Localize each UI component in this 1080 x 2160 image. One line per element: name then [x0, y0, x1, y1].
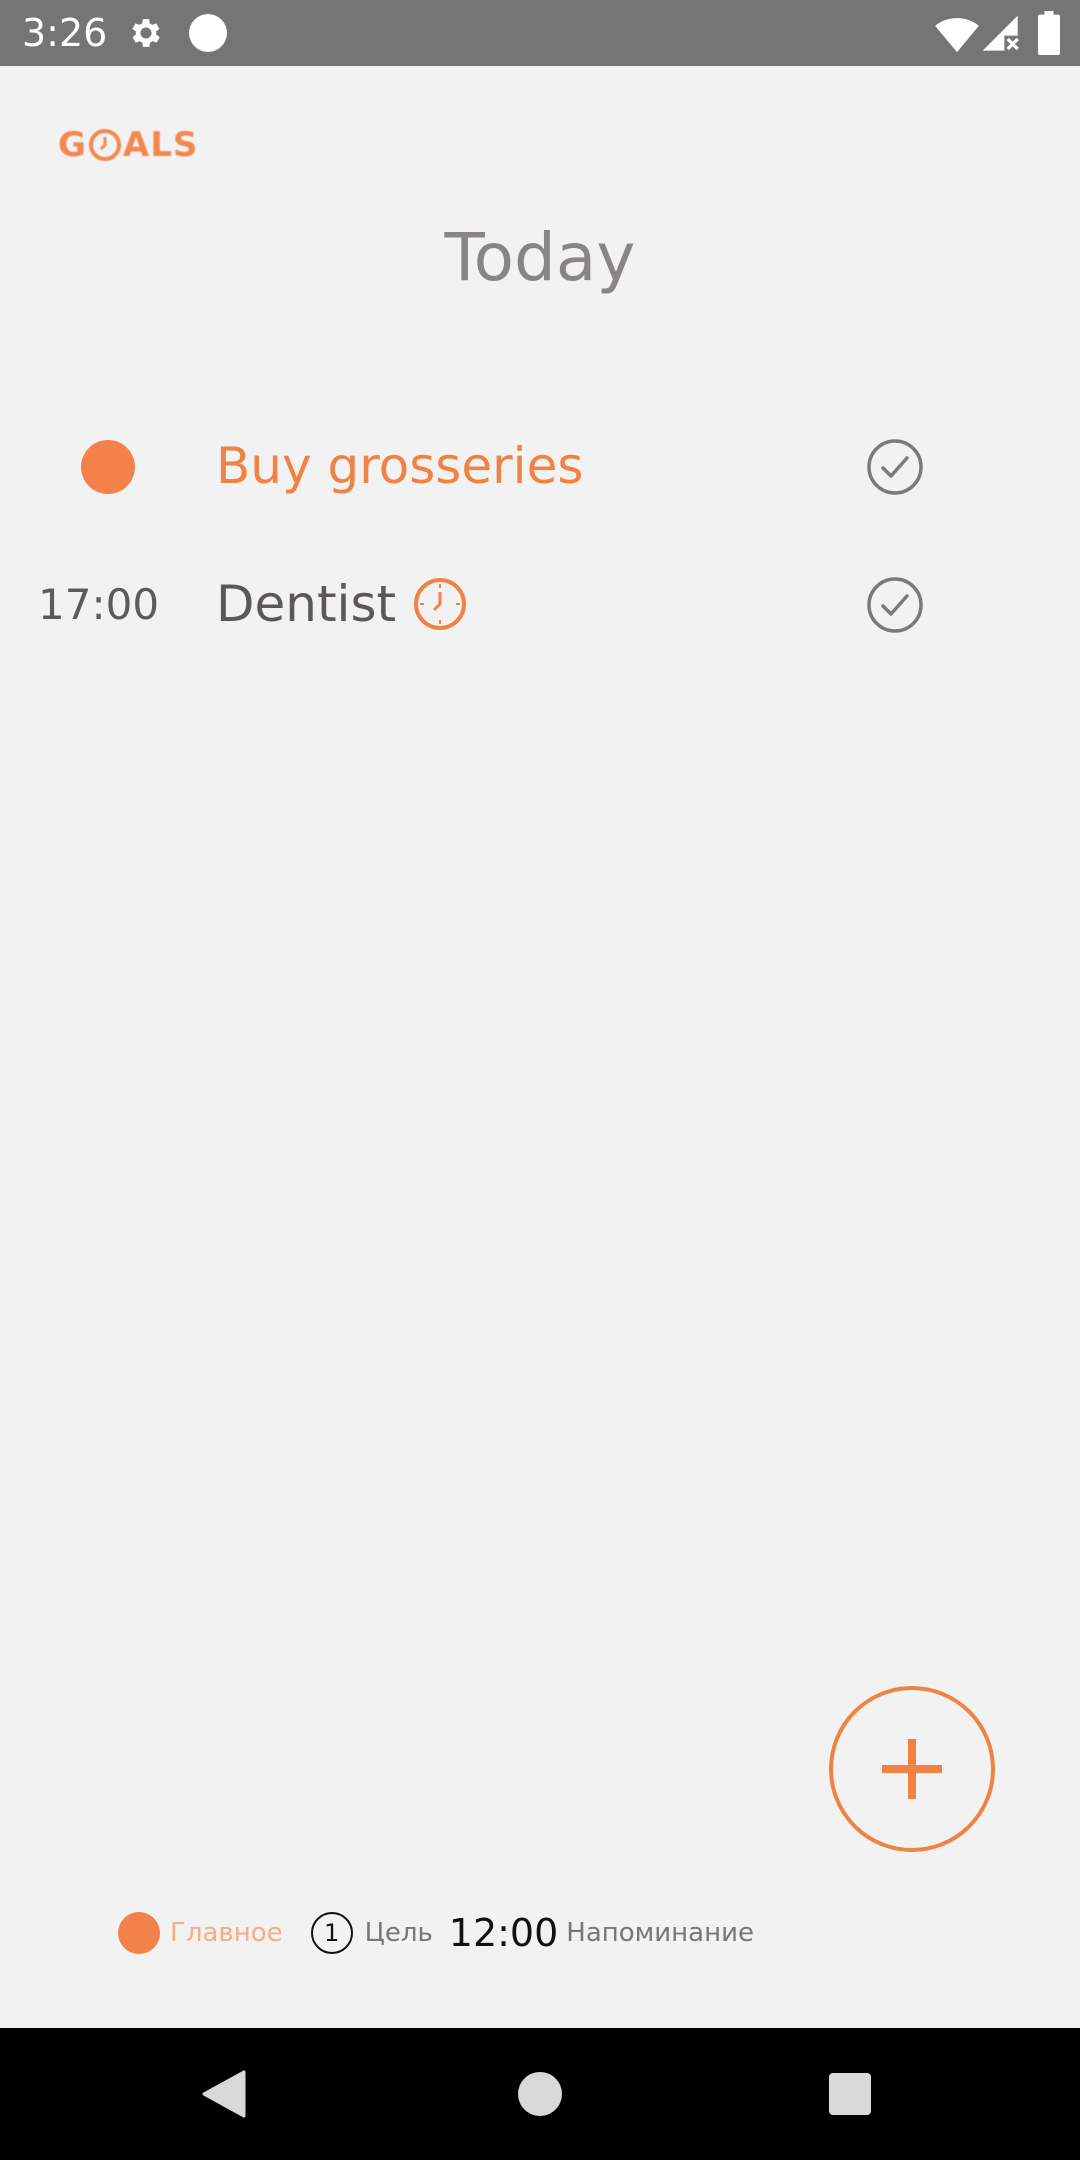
task-title[interactable]: Dentist — [216, 574, 468, 634]
logo-text-left: G — [58, 125, 87, 165]
legend: Главное 1 Цель 12:00 Напоминание — [118, 1908, 754, 1958]
recents-icon[interactable] — [829, 2073, 871, 2115]
logo-text-right: ALS — [122, 125, 199, 165]
circle-notification-icon — [189, 14, 227, 52]
task-time: 17:00 — [38, 580, 160, 629]
plus-icon — [882, 1739, 942, 1799]
legend-important-label: Главное — [170, 1918, 283, 1948]
check-circle-icon[interactable] — [866, 438, 924, 496]
back-icon[interactable] — [200, 2068, 248, 2120]
status-bar: 3:26 — [0, 0, 1080, 66]
legend-goal-label: Цель — [364, 1918, 433, 1948]
screen: 3:26 G ALS Today Buy grosseries 17:00 De… — [0, 0, 1080, 2160]
task-row[interactable]: 17:00 Dentist — [0, 560, 1080, 650]
signal-no-data-icon — [982, 15, 1019, 51]
task-row[interactable]: Buy grosseries — [0, 422, 1080, 512]
app-logo: G ALS — [58, 122, 198, 168]
add-task-button[interactable] — [829, 1686, 995, 1852]
wifi-icon — [935, 18, 979, 53]
legend-reminder-label: Напоминание — [566, 1918, 755, 1948]
navigation-bar — [0, 2028, 1080, 2160]
battery-icon — [1038, 11, 1060, 56]
legend-reminder-time: 12:00 — [448, 1911, 559, 1955]
clock-reminder-icon — [414, 578, 467, 630]
task-title[interactable]: Buy grosseries — [216, 436, 583, 496]
important-dot-icon — [118, 1912, 160, 1954]
page-title: Today — [444, 219, 636, 296]
check-circle-icon[interactable] — [866, 576, 924, 634]
clock-logo-icon — [88, 129, 121, 161]
gear-icon — [132, 19, 160, 47]
important-dot-icon — [81, 440, 135, 494]
home-icon[interactable] — [518, 2072, 562, 2116]
status-time: 3:26 — [22, 11, 108, 55]
goal-number-badge: 1 — [310, 1912, 353, 1954]
